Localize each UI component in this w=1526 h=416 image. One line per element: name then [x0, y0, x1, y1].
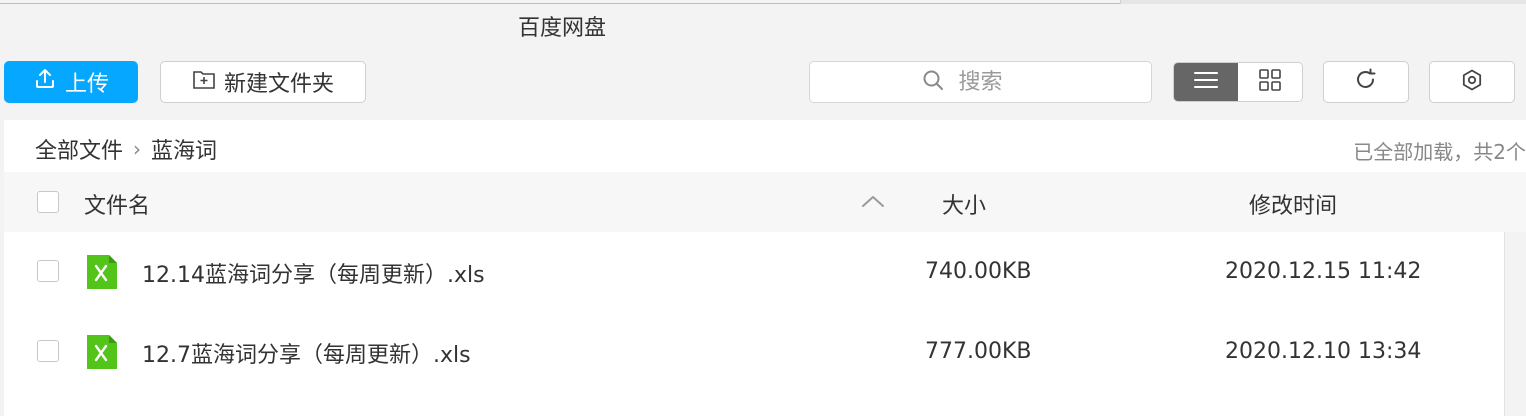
- new-folder-button-label: 新建文件夹: [223, 72, 334, 97]
- grid-view-button[interactable]: [1238, 63, 1302, 101]
- file-name[interactable]: 12.7蓝海词分享（每周更新）.xls: [142, 337, 471, 369]
- xls-file-icon: [85, 333, 119, 371]
- breadcrumb: 全部文件 › 蓝海词: [35, 133, 217, 165]
- search-icon: [921, 68, 945, 96]
- new-folder-button[interactable]: 新建文件夹: [160, 61, 366, 103]
- refresh-button[interactable]: [1323, 61, 1409, 103]
- search-box[interactable]: [809, 61, 1152, 103]
- list-view-button[interactable]: [1174, 63, 1238, 101]
- table-header: 文件名 大小 修改时间: [4, 172, 1526, 232]
- upload-button-label: 上传: [64, 72, 109, 97]
- window-title: 百度网盘: [518, 16, 607, 41]
- scroll-rail[interactable]: [1504, 232, 1526, 416]
- file-modified-time: 2020.12.15 11:42: [1225, 259, 1422, 284]
- breadcrumb-separator: ›: [133, 137, 142, 161]
- view-toggle: [1173, 62, 1303, 102]
- upload-button[interactable]: 上传: [4, 61, 138, 103]
- settings-icon: [1460, 68, 1484, 96]
- column-header-size[interactable]: 大小: [942, 188, 986, 220]
- grid-view-icon: [1258, 68, 1282, 96]
- title-bar: 百度网盘: [0, 0, 1526, 50]
- file-size: 740.00KB: [925, 259, 1032, 284]
- background-window-edge: [1120, 0, 1526, 4]
- upload-icon: [33, 67, 57, 97]
- column-header-modified[interactable]: 修改时间: [1249, 188, 1337, 220]
- breadcrumb-root[interactable]: 全部文件: [35, 133, 123, 165]
- new-folder-icon: [192, 68, 216, 96]
- file-list-panel: 全部文件 › 蓝海词 已全部加载，共2个 文件名 大小 修改时间 12.14蓝海…: [4, 120, 1526, 416]
- table-row[interactable]: 12.7蓝海词分享（每周更新）.xls 777.00KB 2020.12.10 …: [4, 312, 1504, 392]
- row-checkbox[interactable]: [37, 340, 59, 362]
- table-row[interactable]: 12.14蓝海词分享（每周更新）.xls 740.00KB 2020.12.15…: [4, 232, 1504, 312]
- load-status-text: 已全部加载，共2个: [1353, 140, 1526, 164]
- sort-ascending-icon[interactable]: [860, 192, 886, 214]
- row-checkbox[interactable]: [37, 260, 59, 282]
- xls-file-icon: [85, 253, 119, 291]
- file-modified-time: 2020.12.10 13:34: [1225, 339, 1422, 364]
- list-view-icon: [1193, 70, 1219, 94]
- file-size: 777.00KB: [925, 339, 1032, 364]
- file-name[interactable]: 12.14蓝海词分享（每周更新）.xls: [142, 257, 485, 289]
- column-header-name[interactable]: 文件名: [84, 188, 150, 220]
- settings-button[interactable]: [1429, 61, 1515, 103]
- breadcrumb-current: 蓝海词: [151, 139, 218, 164]
- search-input[interactable]: [956, 68, 1041, 96]
- refresh-icon: [1353, 67, 1379, 97]
- select-all-checkbox[interactable]: [37, 191, 59, 213]
